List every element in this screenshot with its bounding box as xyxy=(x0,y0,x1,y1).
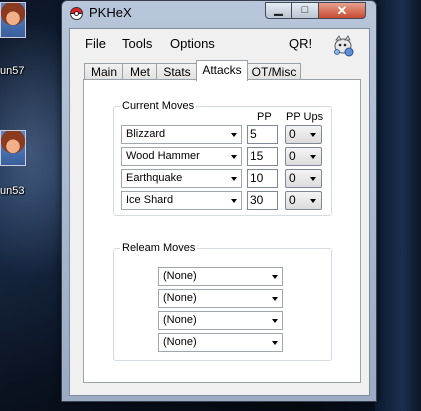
current-moves-title: Current Moves xyxy=(120,99,197,113)
pkhex-window: PKHeX ▁ □ ✕ File Tools Options QR! Main xyxy=(61,0,377,402)
window-title: PKHeX xyxy=(89,5,132,20)
pp-ups-column-header: PP Ups xyxy=(286,111,324,123)
menu-bar: File Tools Options QR! xyxy=(70,29,369,57)
pp-field-3[interactable]: 10 xyxy=(247,169,278,188)
chevron-down-icon xyxy=(310,155,316,159)
minimize-button[interactable]: ▁ xyxy=(265,2,292,19)
move-select-4[interactable]: Ice Shard xyxy=(121,191,242,210)
pp-ups-2-value: 0 xyxy=(289,149,296,163)
pp-ups-select-3[interactable]: 0 xyxy=(285,169,322,188)
move-1-value: Blizzard xyxy=(126,128,166,140)
pp-ups-select-2[interactable]: 0 xyxy=(285,147,322,166)
pp-field-1[interactable]: 5 xyxy=(247,125,278,144)
chevron-down-icon xyxy=(310,177,316,181)
pokemon-sprite-icon[interactable] xyxy=(330,33,356,57)
relearn-move-select-1[interactable]: (None) xyxy=(158,267,283,286)
move-select-2[interactable]: Wood Hammer xyxy=(121,147,242,166)
move-4-value: Ice Shard xyxy=(126,194,174,206)
pp-ups-1-value: 0 xyxy=(289,127,296,141)
desktop-icon-2-label: un53 xyxy=(0,185,25,197)
menu-file[interactable]: File xyxy=(85,36,106,51)
relearn-move-2-value: (None) xyxy=(163,292,197,304)
chevron-down-icon xyxy=(272,297,278,301)
relearn-move-4-value: (None) xyxy=(163,336,197,348)
relearn-move-1-value: (None) xyxy=(163,270,197,282)
attacks-tab-panel: Current Moves PP PP Ups Blizzard 5 0 Woo… xyxy=(83,79,361,383)
move-select-3[interactable]: Earthquake xyxy=(121,169,242,188)
pp-field-4[interactable]: 30 xyxy=(247,191,278,210)
pp-column-header: PP xyxy=(257,111,272,123)
close-button[interactable]: ✕ xyxy=(319,2,366,19)
menu-options[interactable]: Options xyxy=(170,36,215,51)
chevron-down-icon xyxy=(272,319,278,323)
pokeball-icon xyxy=(70,7,83,20)
desktop-icon-2[interactable] xyxy=(0,130,26,166)
window-client-area: File Tools Options QR! Main Met Stats At… xyxy=(69,28,370,396)
menu-qr[interactable]: QR! xyxy=(289,36,312,51)
relearn-move-select-2[interactable]: (None) xyxy=(158,289,283,308)
move-3-value: Earthquake xyxy=(126,172,183,184)
desktop-right-edge xyxy=(375,0,421,411)
pp-field-2[interactable]: 15 xyxy=(247,147,278,166)
chevron-down-icon xyxy=(272,275,278,279)
chevron-down-icon xyxy=(231,155,237,159)
desktop-icon-1[interactable] xyxy=(0,2,26,38)
menu-tools[interactable]: Tools xyxy=(122,36,152,51)
move-2-value: Wood Hammer xyxy=(126,150,200,162)
relearn-move-select-3[interactable]: (None) xyxy=(158,311,283,330)
chevron-down-icon xyxy=(231,177,237,181)
relearn-move-select-4[interactable]: (None) xyxy=(158,333,283,352)
caption-buttons: ▁ □ ✕ xyxy=(265,2,366,20)
current-moves-group: Current Moves PP PP Ups Blizzard 5 0 Woo… xyxy=(113,99,332,216)
pp-ups-select-1[interactable]: 0 xyxy=(285,125,322,144)
chevron-down-icon xyxy=(231,133,237,137)
chevron-down-icon xyxy=(231,199,237,203)
tab-attacks[interactable]: Attacks xyxy=(196,60,248,81)
tab-met[interactable]: Met xyxy=(122,63,158,80)
tab-main[interactable]: Main xyxy=(84,63,124,80)
pp-ups-3-value: 0 xyxy=(289,171,296,185)
relearn-moves-group: Releam Moves (None) (None) (None) (None) xyxy=(113,241,332,361)
maximize-button[interactable]: □ xyxy=(292,2,319,19)
pp-ups-select-4[interactable]: 0 xyxy=(285,191,322,210)
relearn-move-3-value: (None) xyxy=(163,314,197,326)
relearn-moves-title: Releam Moves xyxy=(120,241,198,255)
tab-ot-misc[interactable]: OT/Misc xyxy=(247,63,301,80)
desktop-thumbnail-image xyxy=(0,130,26,166)
move-select-1[interactable]: Blizzard xyxy=(121,125,242,144)
desktop-thumbnail-image xyxy=(0,2,26,38)
title-bar[interactable]: PKHeX ▁ □ ✕ xyxy=(62,1,376,25)
desktop-icon-1-label: un57 xyxy=(0,65,25,77)
chevron-down-icon xyxy=(310,199,316,203)
chevron-down-icon xyxy=(272,341,278,345)
chevron-down-icon xyxy=(310,133,316,137)
pp-ups-4-value: 0 xyxy=(289,193,296,207)
tab-stats[interactable]: Stats xyxy=(156,63,198,80)
